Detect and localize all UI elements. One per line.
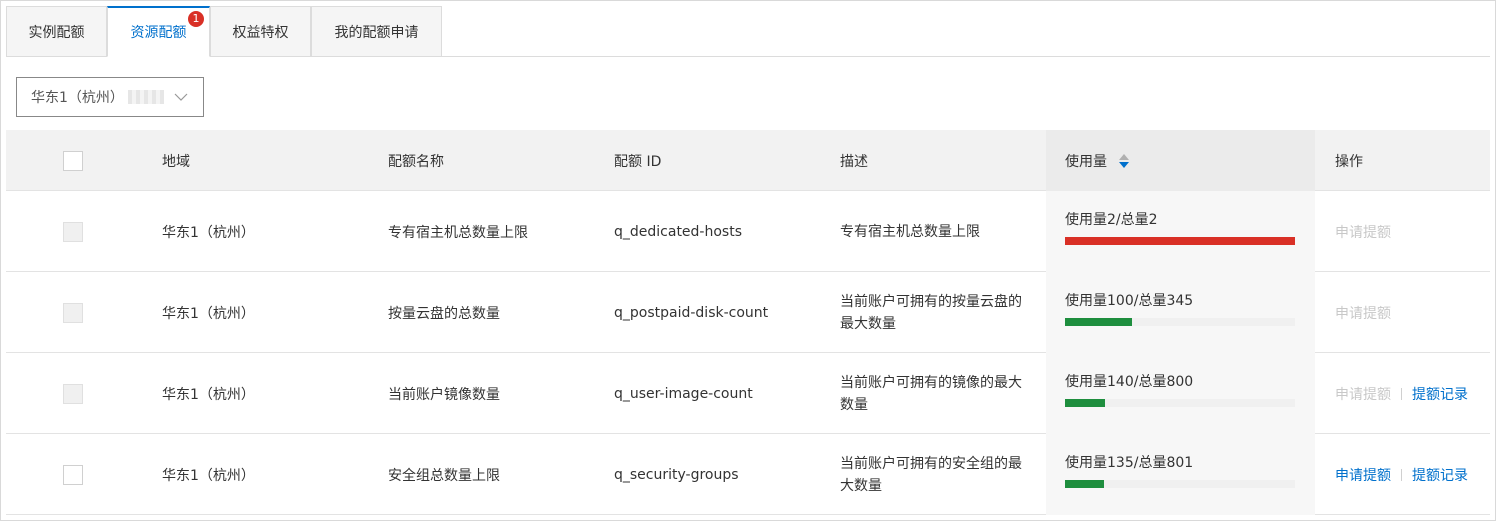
cell-usage: 使用量140/总量800 [1046, 353, 1315, 434]
cell-usage: 使用量100/总量345 [1046, 272, 1315, 353]
header-quota-id: 配额 ID [614, 153, 662, 170]
usage-bar-fill [1065, 318, 1132, 326]
usage-text: 使用量135/总量801 [1065, 455, 1194, 471]
cell-quota-id: q_postpaid-disk-count [614, 304, 769, 321]
usage-text: 使用量100/总量345 [1065, 293, 1194, 309]
tab-label: 权益特权 [232, 24, 289, 41]
chevron-down-icon [174, 93, 188, 101]
cell-quota-id: q_dedicated-hosts [614, 223, 742, 240]
cell-usage: 使用量135/总量801 [1046, 434, 1315, 515]
notification-badge: 1 [188, 11, 204, 27]
cell-region: 华东1（杭州） [162, 386, 255, 403]
apply-increase-link[interactable]: 申请提额 [1335, 303, 1391, 323]
tab-resource-quota[interactable]: 资源配额 1 [107, 6, 210, 57]
action-separator [1401, 387, 1402, 400]
tab-label: 我的配额申请 [334, 24, 419, 41]
cell-description: 专有宿主机总数量上限 [840, 223, 980, 240]
cell-quota-name: 安全组总数量上限 [388, 467, 500, 484]
select-all-checkbox[interactable] [63, 150, 83, 171]
tab-privileges[interactable]: 权益特权 [210, 6, 311, 57]
cell-quota-id: q_security-groups [614, 466, 739, 483]
region-select[interactable]: 华东1（杭州） [16, 77, 204, 117]
usage-bar [1065, 480, 1295, 488]
header-usage-label: 使用量 [1065, 153, 1107, 170]
cell-usage: 使用量2/总量2 [1046, 191, 1315, 272]
tab-label: 实例配额 [28, 24, 85, 41]
header-description: 描述 [840, 153, 868, 170]
usage-bar [1065, 318, 1295, 326]
header-usage[interactable]: 使用量 [1046, 130, 1315, 191]
usage-bar [1065, 237, 1295, 245]
action-separator [1401, 468, 1402, 481]
increase-record-link[interactable]: 提额记录 [1412, 384, 1468, 404]
cell-actions: 申请提额 [1335, 191, 1391, 272]
usage-bar-fill [1065, 399, 1106, 407]
cell-actions: 申请提额 [1335, 272, 1391, 353]
table-row: 华东1（杭州） 专有宿主机总数量上限 q_dedicated-hosts 专有宿… [6, 191, 1490, 272]
table-row: 华东1（杭州） 按量云盘的总数量 q_postpaid-disk-count 当… [6, 272, 1490, 353]
usage-bar [1065, 399, 1295, 407]
redacted-text [127, 90, 164, 104]
usage-bar-fill [1065, 480, 1104, 488]
row-checkbox[interactable] [63, 464, 83, 485]
table-row: 华东1（杭州） 当前账户镜像数量 q_user-image-count 当前账户… [6, 353, 1490, 434]
quota-table: 地域 配额名称 配额 ID 描述 使用量 操作 华东1（杭州） 专有宿主机总数量… [6, 130, 1490, 515]
table-header: 地域 配额名称 配额 ID 描述 使用量 操作 [6, 130, 1490, 191]
tab-my-quota-requests[interactable]: 我的配额申请 [311, 6, 442, 57]
header-quota-name: 配额名称 [388, 153, 444, 170]
row-checkbox[interactable] [63, 383, 83, 404]
cell-region: 华东1（杭州） [162, 305, 255, 322]
cell-actions: 申请提额 提额记录 [1335, 434, 1468, 515]
cell-quota-name: 按量云盘的总数量 [388, 305, 500, 322]
cell-actions: 申请提额 提额记录 [1335, 353, 1468, 434]
apply-increase-link[interactable]: 申请提额 [1335, 222, 1391, 242]
apply-increase-link[interactable]: 申请提额 [1335, 465, 1391, 485]
increase-record-link[interactable]: 提额记录 [1412, 465, 1468, 485]
cell-region: 华东1（杭州） [162, 467, 255, 484]
cell-region: 华东1（杭州） [162, 224, 255, 241]
row-checkbox[interactable] [63, 302, 83, 323]
tab-instance-quota[interactable]: 实例配额 [6, 6, 107, 57]
cell-description: 当前账户可拥有的按量云盘的最大数量 [840, 293, 1022, 332]
table-row: 华东1（杭州） 安全组总数量上限 q_security-groups 当前账户可… [6, 434, 1490, 515]
tab-label: 资源配额 [130, 25, 187, 41]
header-region: 地域 [162, 153, 190, 170]
header-select-all[interactable] [63, 130, 83, 191]
header-actions: 操作 [1335, 153, 1363, 170]
cell-description: 当前账户可拥有的安全组的最大数量 [840, 455, 1022, 494]
region-select-value: 华东1（杭州） [31, 90, 124, 106]
cell-quota-name: 专有宿主机总数量上限 [388, 224, 528, 241]
cell-quota-id: q_user-image-count [614, 385, 753, 402]
usage-bar-fill [1065, 237, 1295, 245]
usage-text: 使用量2/总量2 [1065, 212, 1158, 228]
apply-increase-link[interactable]: 申请提额 [1335, 384, 1391, 404]
tab-bar: 实例配额 资源配额 1 权益特权 我的配额申请 [6, 6, 1490, 57]
row-checkbox[interactable] [63, 221, 83, 242]
sort-icon[interactable] [1119, 153, 1129, 169]
cell-quota-name: 当前账户镜像数量 [388, 386, 500, 403]
cell-description: 当前账户可拥有的镜像的最大数量 [840, 374, 1022, 413]
usage-text: 使用量140/总量800 [1065, 374, 1194, 390]
